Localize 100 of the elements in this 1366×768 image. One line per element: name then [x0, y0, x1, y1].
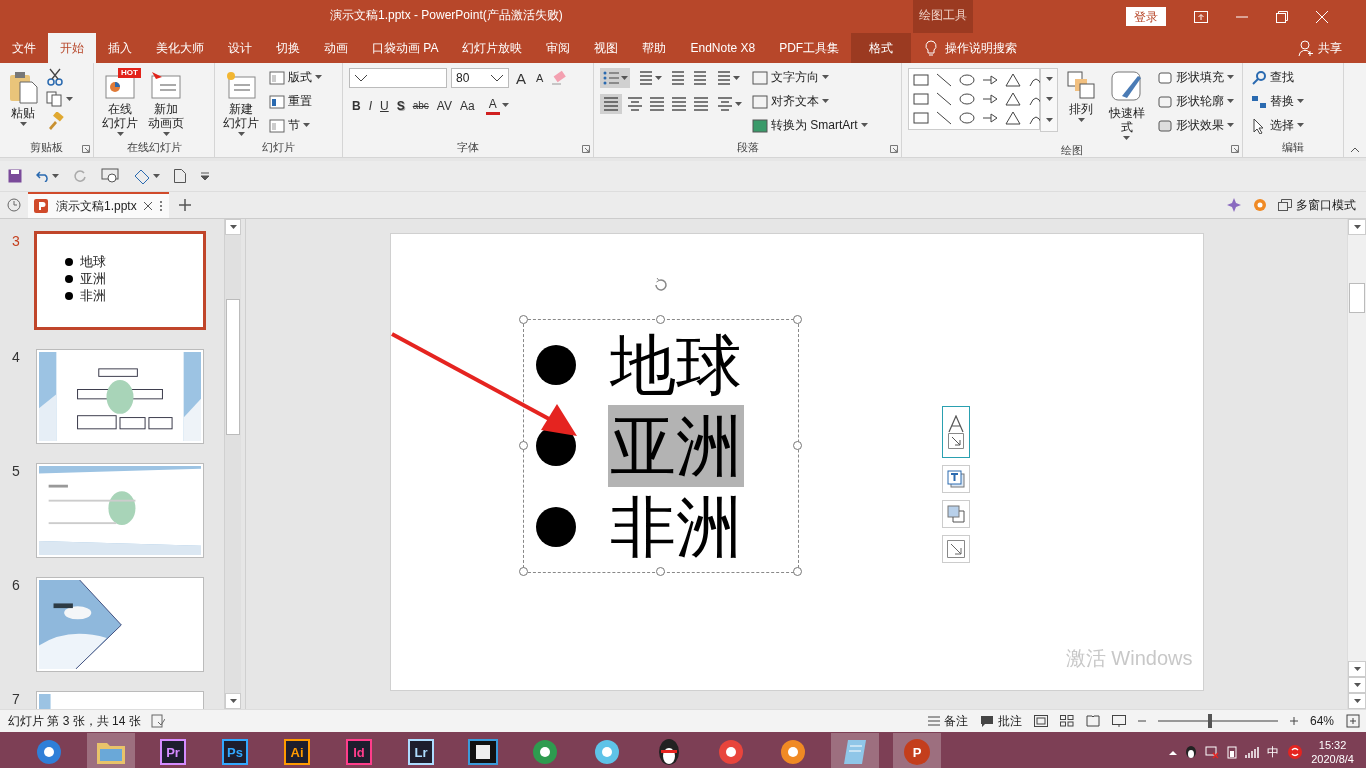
- justify-icon[interactable]: [670, 96, 688, 112]
- normal-view-icon[interactable]: [1033, 715, 1048, 727]
- shape-tool-icon[interactable]: [133, 168, 151, 184]
- slideshow-icon[interactable]: [1111, 715, 1126, 727]
- find-button[interactable]: 查找: [1249, 68, 1306, 87]
- paste-button[interactable]: 粘贴: [6, 68, 40, 129]
- signal-icon[interactable]: [1245, 746, 1260, 758]
- align-text-button[interactable]: 对齐文本: [750, 92, 870, 111]
- ribbon-tab[interactable]: EndNote X8: [678, 33, 768, 63]
- dialog-launcher-icon[interactable]: [82, 145, 90, 153]
- ribbon-tab[interactable]: 文件: [0, 33, 48, 63]
- login-button[interactable]: 登录: [1126, 7, 1166, 26]
- ribbon-tab[interactable]: 动画: [312, 33, 360, 63]
- quick-styles-button[interactable]: 快速样式: [1104, 68, 1149, 143]
- previous-slide-button[interactable]: [1348, 677, 1366, 693]
- ribbon-tab[interactable]: 视图: [582, 33, 631, 63]
- gallery-scroll[interactable]: [1040, 68, 1058, 132]
- columns-icon[interactable]: [716, 96, 734, 112]
- more-icon[interactable]: [158, 200, 163, 212]
- distributed-icon[interactable]: [692, 96, 710, 112]
- user-icon[interactable]: [1298, 40, 1314, 56]
- ribbon-tab[interactable]: 美化大师: [144, 33, 216, 63]
- align-right-icon[interactable]: [648, 96, 666, 112]
- ribbon-tab[interactable]: 设计: [216, 33, 264, 63]
- input-method-icon[interactable]: [1287, 744, 1304, 760]
- gear-icon[interactable]: [1252, 197, 1268, 213]
- zoom-level[interactable]: 64%: [1309, 714, 1334, 728]
- text-format-button[interactable]: I: [365, 97, 375, 114]
- slide-sorter-icon[interactable]: [1059, 715, 1074, 727]
- accessibility-icon[interactable]: [150, 714, 165, 728]
- resize-handle[interactable]: [518, 315, 528, 324]
- ribbon-tab[interactable]: 开始: [48, 33, 96, 63]
- text-format-button[interactable]: Aa: [456, 97, 478, 114]
- dialog-launcher-icon[interactable]: [890, 145, 898, 153]
- collapse-ribbon-icon[interactable]: [1350, 147, 1360, 153]
- resize-handle[interactable]: [655, 315, 665, 324]
- shape-outline-button[interactable]: 形状轮廓: [1155, 92, 1236, 111]
- zoom-slider-thumb[interactable]: [1208, 714, 1213, 728]
- text-format-button[interactable]: U: [377, 97, 392, 114]
- dialog-launcher-icon[interactable]: [582, 145, 590, 153]
- shape-fill-button[interactable]: [941, 500, 970, 528]
- taskbar-app[interactable]: Id: [335, 733, 383, 768]
- caret-icon[interactable]: [52, 173, 59, 179]
- share-button[interactable]: 共享: [1318, 39, 1342, 57]
- ribbon-display-icon[interactable]: [1194, 10, 1208, 23]
- dialog-launcher-icon[interactable]: [1231, 145, 1239, 153]
- resize-handle[interactable]: [792, 567, 802, 576]
- copy-icon[interactable]: [46, 91, 62, 107]
- shrink-font-button[interactable]: A: [533, 71, 547, 85]
- customize-toolbar-icon[interactable]: [200, 172, 210, 180]
- scroll-down-button[interactable]: [225, 693, 241, 709]
- size-position-button[interactable]: [941, 535, 970, 563]
- bullets-button[interactable]: [600, 68, 630, 88]
- resize-handle[interactable]: [655, 567, 665, 576]
- resize-handle[interactable]: [518, 567, 528, 576]
- select-button[interactable]: 选择: [1249, 116, 1306, 135]
- undo-icon[interactable]: [36, 170, 50, 182]
- ribbon-tab[interactable]: 格式: [851, 33, 912, 63]
- ribbon-tab[interactable]: 帮助: [630, 33, 679, 63]
- smartart-button[interactable]: 转换为 SmartArt: [750, 116, 870, 135]
- shape-effects-button[interactable]: 形状效果: [1155, 116, 1236, 135]
- fit-slide-icon[interactable]: [1346, 714, 1360, 728]
- penguin-icon[interactable]: [1185, 745, 1198, 759]
- document-tab[interactable]: 演示文稿1.pptx: [28, 192, 169, 218]
- tell-me-search[interactable]: 操作说明搜索: [945, 39, 1018, 57]
- grow-font-button[interactable]: A: [513, 68, 529, 88]
- multi-window-button[interactable]: 多窗口模式: [1296, 196, 1356, 214]
- comments-button[interactable]: 批注: [997, 712, 1022, 730]
- section-button[interactable]: 节: [267, 116, 324, 135]
- reset-button[interactable]: 重置: [267, 92, 324, 111]
- restore-icon[interactable]: [1276, 10, 1288, 23]
- scrollbar-thumb[interactable]: [226, 299, 240, 435]
- layout-button[interactable]: 版式: [267, 68, 324, 87]
- zoom-out-icon[interactable]: [1137, 717, 1146, 725]
- ribbon-tab[interactable]: 审阅: [534, 33, 583, 63]
- text-format-button[interactable]: AV: [433, 97, 455, 114]
- battery-icon[interactable]: [1227, 745, 1238, 759]
- input-method-indicator[interactable]: 中: [1267, 743, 1280, 761]
- caret-icon[interactable]: [501, 103, 509, 108]
- slide-thumbnail[interactable]: 地球 亚洲 非洲: [34, 231, 206, 330]
- align-center-icon[interactable]: [626, 96, 644, 112]
- taskbar-app[interactable]: Lr: [397, 733, 445, 768]
- font-size-field[interactable]: 80: [451, 68, 509, 88]
- text-format-button[interactable]: abc: [409, 99, 432, 112]
- slide-thumbnail[interactable]: [36, 577, 204, 672]
- close-icon[interactable]: [142, 201, 153, 211]
- clock-date[interactable]: 2020/8/4: [1311, 752, 1354, 766]
- taskbar-app[interactable]: Pr: [149, 733, 197, 768]
- resize-handle[interactable]: [518, 441, 528, 450]
- shapes-gallery[interactable]: [908, 68, 1040, 130]
- taskbar-app[interactable]: P: [893, 733, 941, 768]
- caret-icon[interactable]: [153, 173, 160, 179]
- replace-button[interactable]: 替换: [1249, 92, 1306, 111]
- text-fill-button[interactable]: [941, 465, 970, 493]
- caret-icon[interactable]: [66, 96, 73, 102]
- ribbon-tab[interactable]: 幻灯片放映: [450, 33, 535, 63]
- resize-handle[interactable]: [792, 441, 802, 450]
- new-tab-icon[interactable]: [178, 199, 191, 211]
- ribbon-tab[interactable]: PDF工具集: [767, 33, 852, 63]
- new-animation-page-button[interactable]: 新加 动画页: [146, 68, 186, 139]
